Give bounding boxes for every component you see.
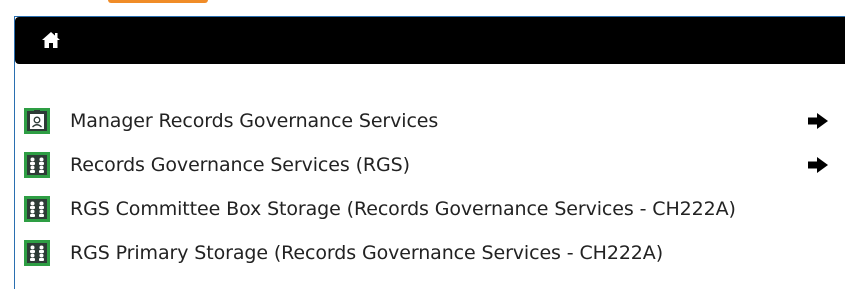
top-accent-decoration	[108, 0, 208, 3]
list-item-label[interactable]: RGS Primary Storage (Records Governance …	[70, 242, 663, 264]
list-item-rgs[interactable]: Records Governance Services (RGS)	[23, 143, 838, 187]
arrow-right-icon[interactable]	[806, 155, 830, 175]
navigation-panel: Manager Records Governance Services Reco…	[14, 16, 845, 289]
list-item-label[interactable]: Manager Records Governance Services	[70, 110, 438, 132]
list-item-label[interactable]: Records Governance Services (RGS)	[70, 154, 410, 176]
list-item-rgs-committee-box-storage[interactable]: RGS Committee Box Storage (Records Gover…	[23, 187, 838, 231]
manager-badge-icon	[24, 108, 50, 134]
unit-list: Manager Records Governance Services Reco…	[23, 99, 838, 275]
group-users-icon	[24, 240, 50, 266]
list-item-rgs-primary-storage[interactable]: RGS Primary Storage (Records Governance …	[23, 231, 838, 275]
group-users-icon	[24, 196, 50, 222]
list-item-manager-rgs[interactable]: Manager Records Governance Services	[23, 99, 838, 143]
header-bar	[15, 17, 845, 64]
list-item-label[interactable]: RGS Committee Box Storage (Records Gover…	[70, 198, 736, 220]
group-users-icon	[24, 152, 50, 178]
home-icon[interactable]	[41, 30, 61, 50]
arrow-right-icon[interactable]	[806, 111, 830, 131]
